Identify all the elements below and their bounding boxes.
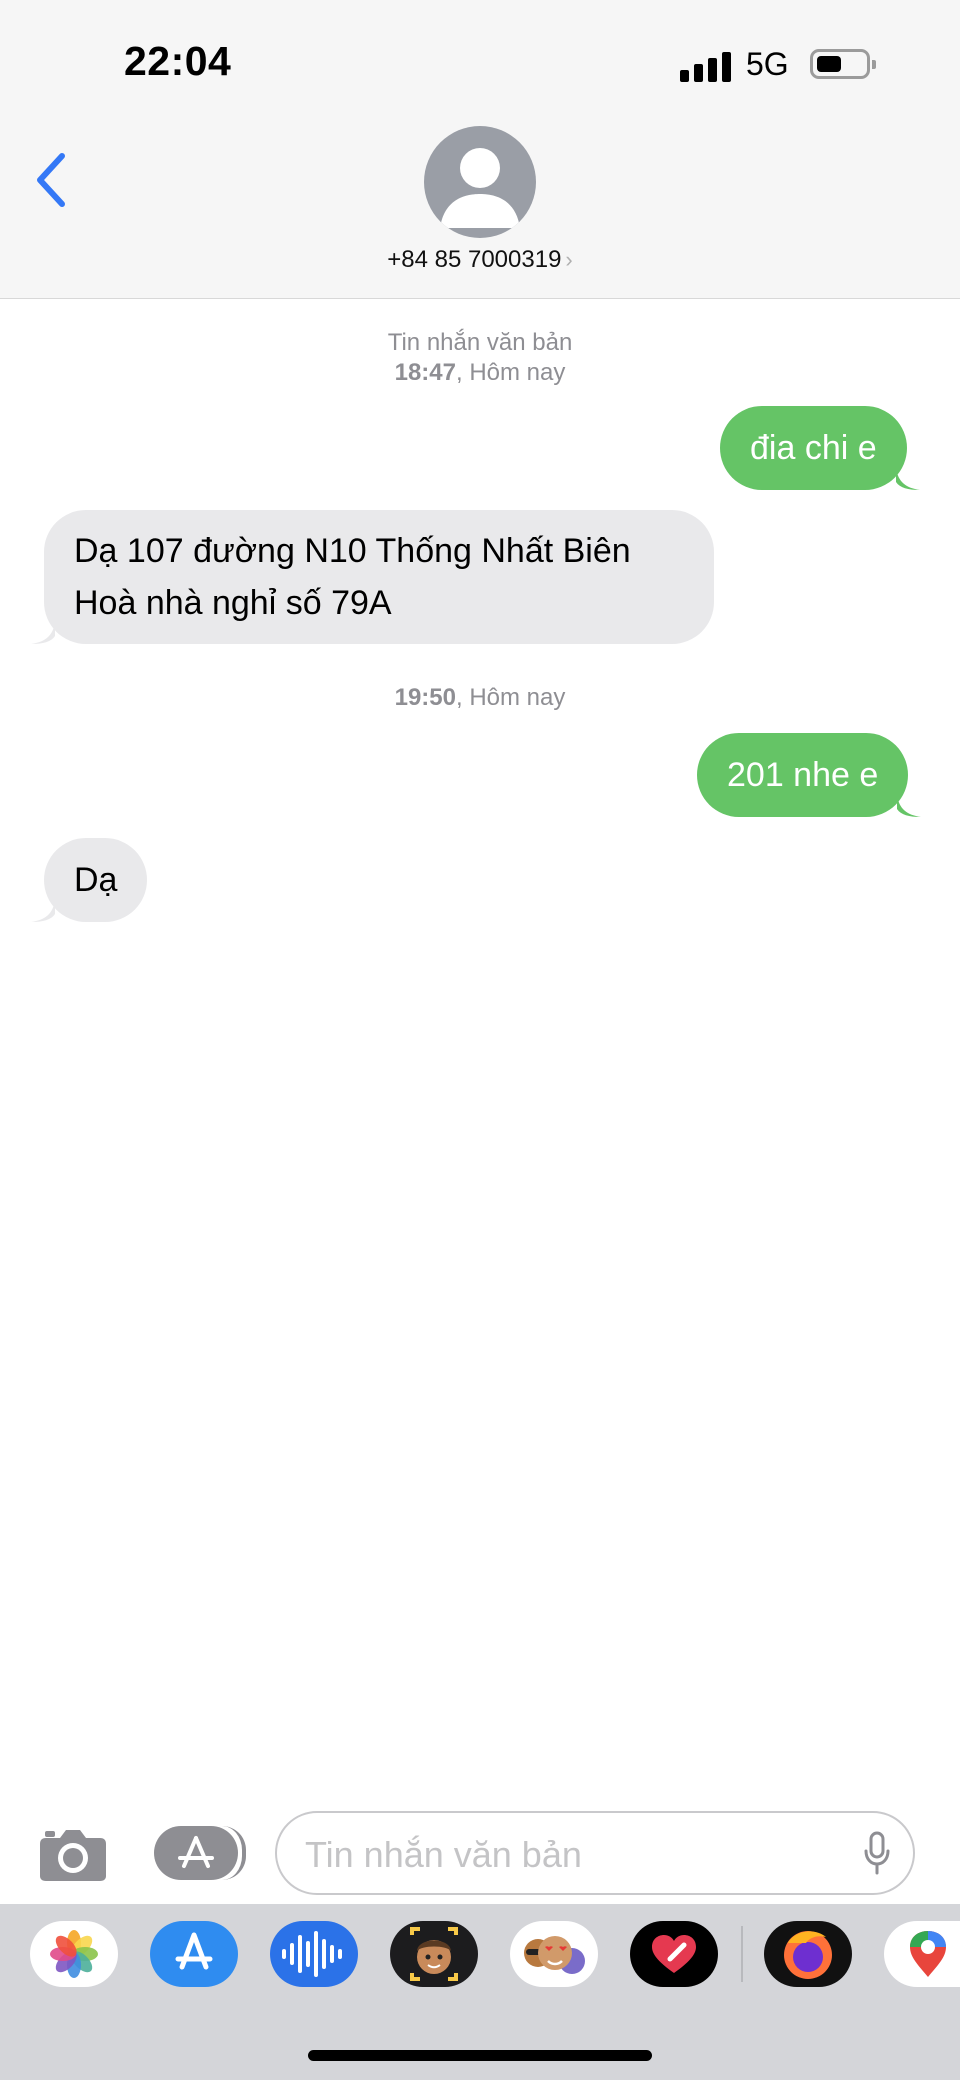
contact-name-link[interactable]: +84 85 7000319 ›: [0, 246, 960, 274]
bubble-tail: [897, 795, 922, 817]
drawer-divider: [741, 1926, 743, 1982]
memoji-stickers-icon[interactable]: [510, 1921, 598, 1987]
message-type-label: Tin nhắn văn bản: [387, 329, 573, 356]
bubble-tail: [895, 468, 920, 490]
back-chevron-icon[interactable]: [28, 150, 76, 210]
home-indicator[interactable]: [308, 2050, 652, 2061]
timestamp-day: , Hôm nay: [456, 359, 566, 386]
cellular-signal-icon: [680, 50, 732, 82]
message-input-field[interactable]: [275, 1811, 915, 1895]
camera-icon[interactable]: [38, 1826, 108, 1882]
contact-number: +84 85 7000319: [387, 246, 562, 273]
message-text: đia chi e: [750, 429, 877, 467]
timestamp-time: 19:50: [394, 684, 456, 711]
network-type: 5G: [746, 46, 789, 82]
app-store-button[interactable]: [154, 1826, 246, 1880]
message-text: 201 nhe e: [727, 756, 879, 794]
incoming-message[interactable]: Dạ 107 đường N10 Thống Nhất Biên Hoà nhà…: [31, 510, 714, 644]
message-input[interactable]: [303, 1829, 847, 1881]
message-text: Dạ: [74, 861, 118, 899]
timestamp-day: , Hôm nay: [456, 684, 566, 711]
bubble-tail: [31, 622, 55, 644]
status-time: 22:04: [124, 38, 232, 84]
incoming-message[interactable]: Dạ: [31, 838, 148, 922]
outgoing-message[interactable]: đia chi e: [720, 406, 920, 490]
bubble-tail: [31, 900, 55, 922]
firefox-icon[interactable]: [764, 1921, 852, 1987]
audio-message-icon[interactable]: [270, 1921, 358, 1987]
maps-icon[interactable]: [884, 1921, 960, 1987]
digital-touch-icon[interactable]: [630, 1921, 718, 1987]
app-drawer: [0, 1904, 960, 2080]
person-silhouette-icon: [440, 148, 520, 228]
timestamp-1: Tin nhắn văn bản 18:47, Hôm nay: [0, 328, 960, 388]
contact-avatar[interactable]: [424, 126, 536, 238]
memoji-icon[interactable]: [390, 1921, 478, 1987]
timestamp-time: 18:47: [394, 359, 456, 386]
message-text-line: Dạ 107 đường N10 Thống Nhất Biên: [74, 532, 631, 570]
chevron-right-icon: ›: [565, 247, 573, 272]
timestamp-2: 19:50, Hôm nay: [0, 683, 960, 713]
microphone-icon[interactable]: [863, 1831, 891, 1877]
navigation-header: 22:04 5G +84 85 7000319 ›: [0, 0, 960, 299]
outgoing-message[interactable]: 201 nhe e: [697, 733, 922, 817]
photos-icon[interactable]: [30, 1921, 118, 1987]
message-text-line: Hoà nhà nghỉ số 79A: [74, 584, 392, 622]
battery-icon: [810, 49, 876, 79]
app-store-icon[interactable]: [150, 1921, 238, 1987]
